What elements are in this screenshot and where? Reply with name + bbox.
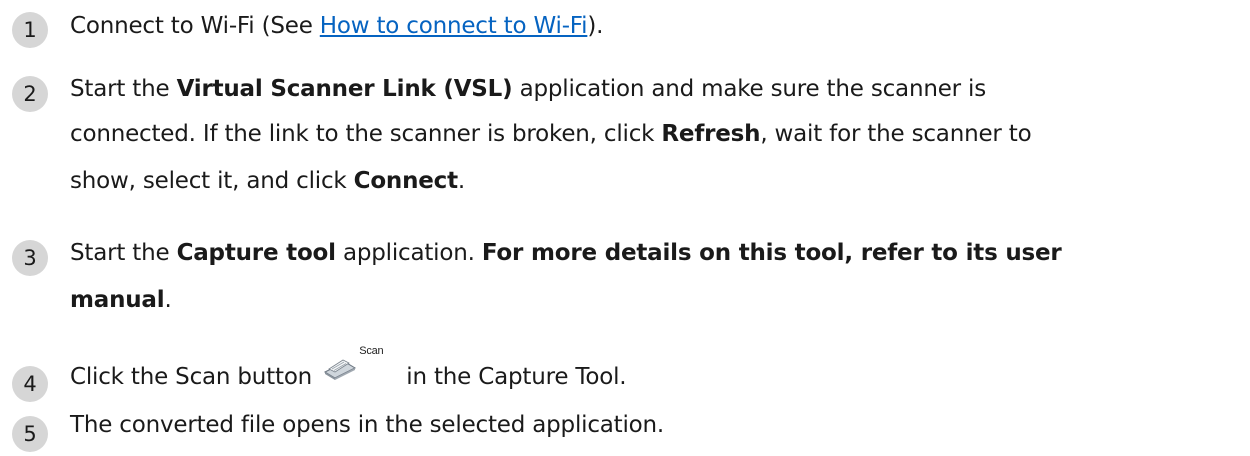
scan-button-label: Scan <box>359 345 384 357</box>
step-text-line: manual. <box>70 287 172 313</box>
wifi-help-link[interactable]: How to connect to Wi-Fi <box>320 13 588 39</box>
step-number-badge: 2 <box>12 76 48 112</box>
scan-button[interactable]: Scan <box>323 345 393 386</box>
step-number-badge: 3 <box>12 240 48 276</box>
step-number-badge: 4 <box>12 366 48 402</box>
step-text-line: The converted file opens in the selected… <box>70 412 665 438</box>
step-text-line: Start the Capture tool application. For … <box>70 240 1062 266</box>
step-text-line: Start the Virtual Scanner Link (VSL) app… <box>70 76 986 102</box>
step-text-line: connected. If the link to the scanner is… <box>70 121 1032 147</box>
step-number-badge: 5 <box>12 416 48 452</box>
step-text: Connect to Wi-Fi (See How to connect to … <box>70 13 604 39</box>
step-text-line: show, select it, and click Connect. <box>70 168 466 194</box>
scanner-icon <box>324 359 357 380</box>
step-text-line: Click the Scan button Scan in the Captur… <box>70 345 627 390</box>
step-number-badge: 1 <box>12 12 48 48</box>
